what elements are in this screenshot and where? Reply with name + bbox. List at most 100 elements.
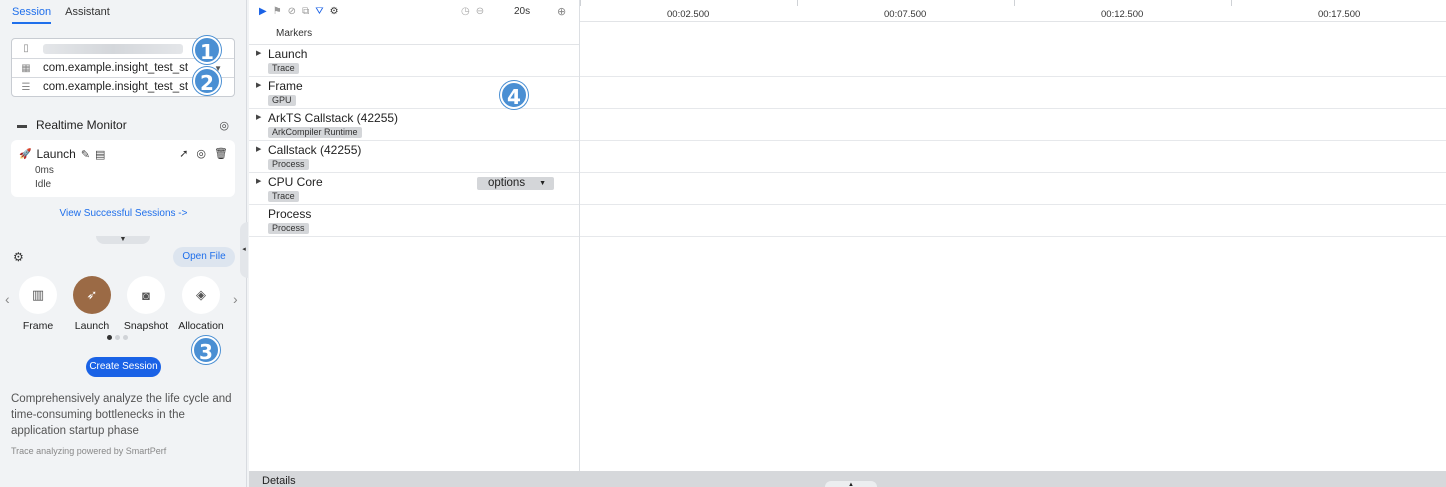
details-panel[interactable]: Details ▲ xyxy=(249,471,1446,487)
lane-name: CPU Core xyxy=(268,175,323,189)
settings-icon[interactable]: ⚙ xyxy=(330,6,339,17)
trash-icon[interactable]: 🗑 xyxy=(214,147,228,160)
zoom-in-icon[interactable]: ⊕ xyxy=(557,5,566,18)
play-icon[interactable]: ▶ xyxy=(259,6,267,17)
timeline-panel: ▶ ⚑ ⊘ ⧉ ⛛ ⚙ ◷ ⊖ 20s ⊕ 00:02.500 00:07.50… xyxy=(249,0,1446,487)
template-label: Frame xyxy=(22,320,54,332)
lane-process[interactable]: Process Process xyxy=(249,205,1446,237)
callout-badge-3: 3 xyxy=(192,336,220,364)
list-icon: ☰ xyxy=(21,81,31,93)
lane-arkts-callstack[interactable]: ▶ ArkTS Callstack (42255) ArkCompiler Ru… xyxy=(249,109,1446,141)
sidebar-toggle-handle[interactable]: ◂ xyxy=(240,222,248,278)
time-span-label: 20s xyxy=(514,5,531,17)
rocket-icon: 🚀 xyxy=(19,148,32,160)
session-panel: Session Assistant ▯ ▦ com.example.insigh… xyxy=(0,0,248,487)
apps-grid-icon: ▦ xyxy=(21,62,31,74)
template-label: Snapshot xyxy=(123,320,169,332)
lane-cpu-core[interactable]: ▶ CPU Core Trace options ▼ xyxy=(249,173,1446,205)
chevron-left-icon[interactable]: ‹ xyxy=(5,291,10,307)
tab-session[interactable]: Session xyxy=(12,6,52,24)
ruler-label: 00:17.500 xyxy=(1318,9,1361,20)
crop-icon[interactable]: ⧉ xyxy=(302,6,309,17)
realtime-monitor-label: Realtime Monitor xyxy=(36,118,127,132)
ruler-label: 00:12.500 xyxy=(1101,9,1144,20)
notes-icon[interactable]: ▤ xyxy=(95,148,105,161)
session-card[interactable]: 🚀 Launch ✎ ▤ ➚ ◎ 🗑 0ms Idle xyxy=(11,140,235,197)
ruler-tick xyxy=(1014,0,1015,6)
options-dropdown[interactable]: options ▼ xyxy=(477,177,554,190)
create-session-button[interactable]: Create Session xyxy=(86,357,161,377)
box-icon: ◈ xyxy=(182,276,220,314)
device-name-redacted xyxy=(43,43,183,54)
frame-icon: ▥ xyxy=(19,276,57,314)
time-ruler: 00:02.500 00:07.500 00:12.500 00:17.500 xyxy=(580,0,1446,22)
timeline-toolbar: ▶ ⚑ ⊘ ⧉ ⛛ ⚙ ◷ ⊖ 20s ⊕ xyxy=(249,0,580,22)
launch-rocket-icon[interactable]: ➚ xyxy=(179,147,188,160)
flag-icon[interactable]: ⚑ xyxy=(273,6,282,17)
pager-dot[interactable] xyxy=(115,335,120,340)
lane-tag: ArkCompiler Runtime xyxy=(268,127,362,138)
lane-tag: Process xyxy=(268,223,309,234)
collapse-handle[interactable]: ▼ xyxy=(96,236,150,244)
template-snapshot[interactable]: ◙ Snapshot xyxy=(118,276,174,332)
edit-icon[interactable]: ✎ xyxy=(81,148,90,161)
ruler-tick xyxy=(797,0,798,6)
process-name: com.example.insight_test_st xyxy=(43,81,189,93)
camera-icon: ◙ xyxy=(127,276,165,314)
app-window: Session Assistant ▯ ▦ com.example.insigh… xyxy=(0,0,1446,487)
filter-icon[interactable]: ⛛ xyxy=(315,6,323,17)
expand-arrow-icon[interactable]: ▶ xyxy=(256,113,261,121)
template-allocation[interactable]: ◈ Allocation xyxy=(173,276,229,332)
lane-tag: GPU xyxy=(268,95,296,106)
callout-badge-4: 4 xyxy=(500,81,528,109)
expand-arrow-icon[interactable]: ▶ xyxy=(256,81,261,89)
pager-dot[interactable] xyxy=(123,335,128,340)
app-name: com.example.insight_test_st xyxy=(43,62,189,74)
details-resize-handle[interactable]: ▲ xyxy=(825,481,877,487)
template-label: Launch xyxy=(74,320,110,332)
open-file-button[interactable]: Open File xyxy=(173,247,235,267)
lane-name: Launch xyxy=(268,47,308,61)
expand-arrow-icon[interactable]: ▶ xyxy=(256,145,261,153)
session-title: Launch xyxy=(36,147,76,161)
callout-badge-1: 1 xyxy=(193,36,221,64)
lane-name: ArkTS Callstack (42255) xyxy=(268,111,399,125)
lane-launch[interactable]: ▶ Launch Trace xyxy=(249,45,1446,77)
chevron-right-icon[interactable]: › xyxy=(233,291,238,307)
monitor-icon: ▬ xyxy=(17,119,27,131)
details-label: Details xyxy=(262,475,296,487)
template-launch[interactable]: ➶ Launch xyxy=(64,276,120,332)
markers-header: Markers xyxy=(249,22,580,45)
gear-icon[interactable]: ⚙ xyxy=(13,250,24,264)
ruler-label: 00:02.500 xyxy=(667,9,710,20)
zoom-controls: ◷ ⊖ xyxy=(461,6,484,17)
record-icon[interactable]: ◎ xyxy=(196,147,206,160)
tab-assistant[interactable]: Assistant xyxy=(65,6,110,24)
lane-header-divider[interactable] xyxy=(579,0,580,472)
lane-name: Process xyxy=(268,207,312,221)
session-card-title-row: 🚀 Launch ✎ ▤ xyxy=(19,147,105,161)
callout-badge-2: 2 xyxy=(193,67,221,95)
template-label: Allocation xyxy=(178,320,224,332)
view-successful-sessions-link[interactable]: View Successful Sessions -> xyxy=(0,208,247,219)
lane-tag: Trace xyxy=(268,63,299,74)
zoom-out-icon[interactable]: ⊖ xyxy=(476,6,484,17)
lane-name: Frame xyxy=(268,79,303,93)
options-label: options xyxy=(488,177,526,189)
lane-frame[interactable]: ▶ Frame GPU xyxy=(249,77,1446,109)
session-duration: 0ms xyxy=(35,165,54,176)
session-status: Idle xyxy=(35,179,52,190)
target-icon[interactable]: ◎ xyxy=(219,119,229,132)
stop-icon[interactable]: ⊘ xyxy=(288,6,296,17)
pager-dot[interactable] xyxy=(107,335,112,340)
ruler-tick xyxy=(580,0,581,6)
template-frame[interactable]: ▥ Frame xyxy=(10,276,66,332)
expand-arrow-icon[interactable]: ▶ xyxy=(256,177,261,185)
history-icon[interactable]: ◷ xyxy=(461,6,470,17)
ruler-label: 00:07.500 xyxy=(884,9,927,20)
lane-name: Callstack (42255) xyxy=(268,143,362,157)
ruler-tick xyxy=(1231,0,1232,6)
expand-arrow-icon[interactable]: ▶ xyxy=(256,49,261,57)
lane-callstack[interactable]: ▶ Callstack (42255) Process xyxy=(249,141,1446,173)
chevron-down-icon: ▼ xyxy=(539,180,546,187)
